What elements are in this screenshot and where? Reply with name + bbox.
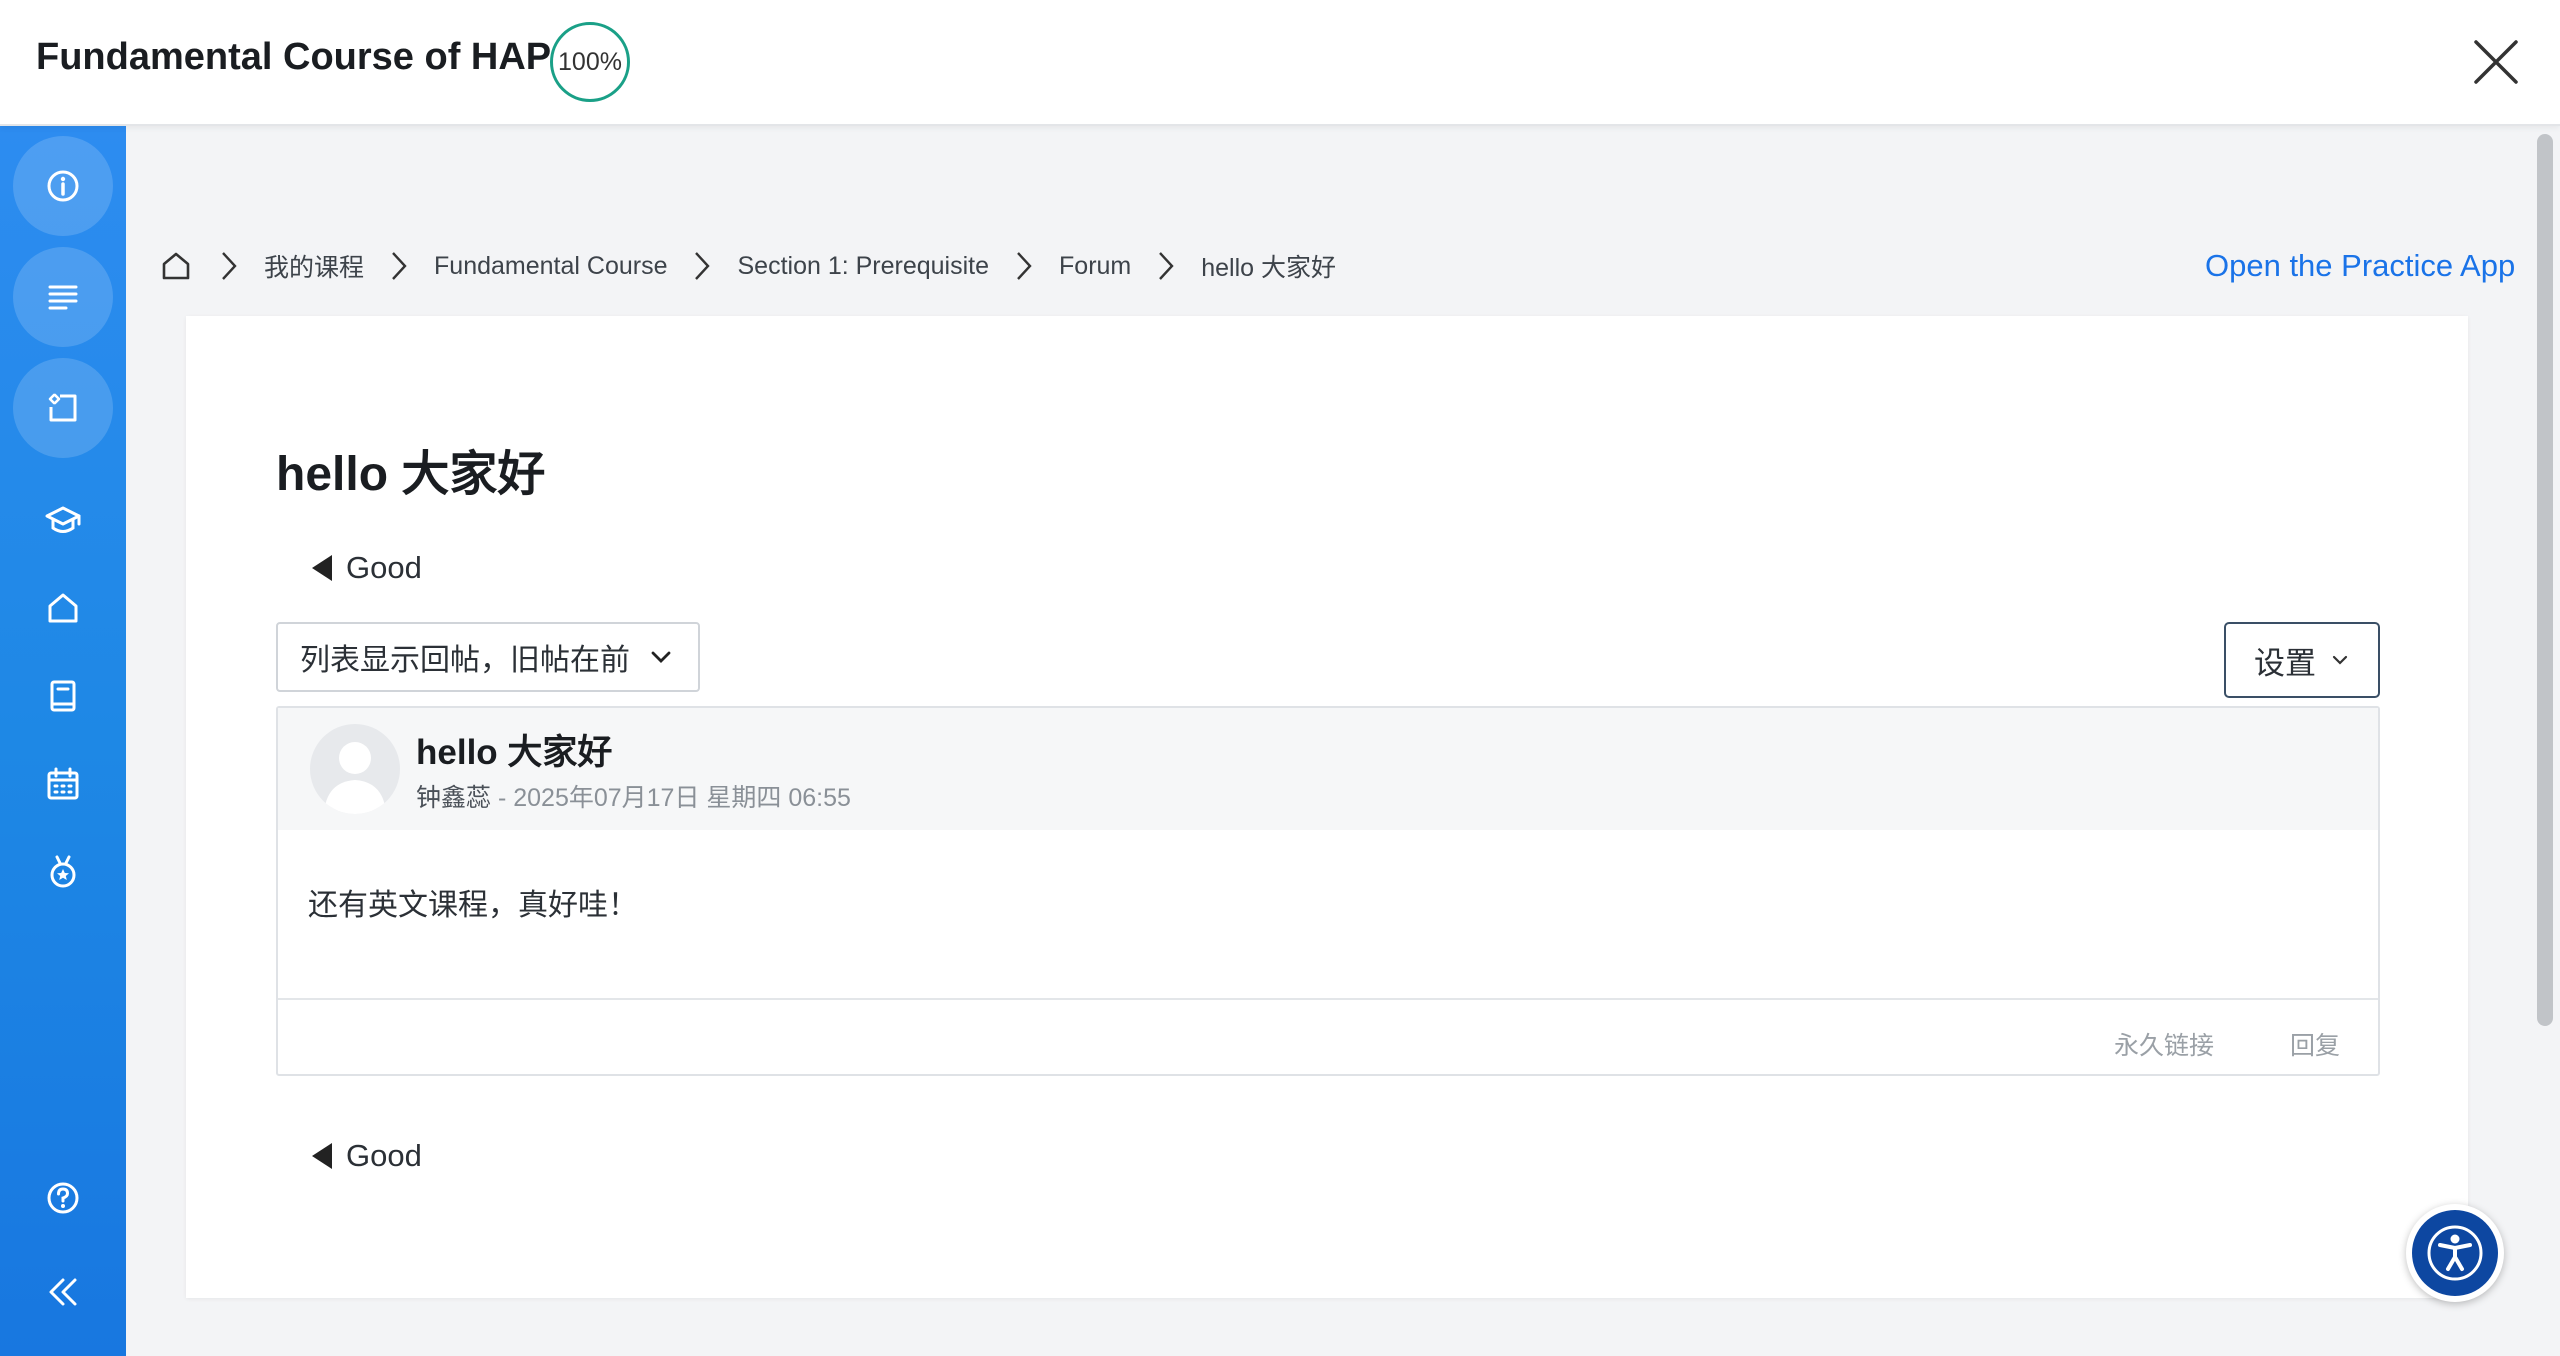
permalink-link[interactable]: 永久链接 — [2114, 1026, 2214, 1062]
accessibility-icon — [2412, 1210, 2498, 1296]
next-discussion-link[interactable]: Good — [312, 1136, 422, 1176]
chevron-right-icon — [695, 252, 711, 280]
reply-link[interactable]: 回复 — [2290, 1026, 2340, 1062]
outline-icon[interactable] — [13, 247, 113, 347]
display-mode-select[interactable]: 列表显示回帖，旧帖在前 — [276, 622, 700, 692]
chevron-down-icon — [2332, 655, 2348, 665]
chevron-right-icon — [222, 252, 237, 280]
chevron-down-icon — [651, 651, 671, 663]
courses-icon[interactable] — [13, 470, 113, 570]
course-title: Fundamental Course of HAP — [36, 36, 552, 78]
sidebar — [0, 126, 126, 1356]
breadcrumb-item-my-courses[interactable]: 我的课程 — [264, 248, 364, 284]
divider — [278, 998, 2378, 1000]
breadcrumb-item-current: hello 大家好 — [1201, 254, 1337, 282]
discussion-title: hello 大家好 — [276, 448, 546, 501]
chevron-right-icon — [1159, 252, 1174, 280]
calendar-icon[interactable] — [13, 734, 113, 834]
info-icon[interactable] — [13, 136, 113, 236]
triangle-left-icon — [312, 555, 332, 581]
top-bar: Fundamental Course of HAP 100% — [0, 0, 2560, 126]
next-discussion-label: Good — [346, 1138, 422, 1173]
avatar[interactable] — [310, 724, 400, 814]
activity-icon[interactable] — [13, 358, 113, 458]
badge-icon[interactable] — [13, 822, 113, 922]
post-body: 还有英文课程，真好哇！ — [308, 889, 638, 922]
home-icon[interactable] — [13, 558, 113, 658]
accessibility-button[interactable] — [2406, 1204, 2504, 1302]
scrollbar-thumb[interactable] — [2537, 134, 2553, 1026]
post-author[interactable]: 钟鑫蕊 — [416, 784, 491, 812]
discussion-card: hello 大家好 Good 列表显示回帖，旧帖在前 设置 hello 大家好 … — [186, 316, 2468, 1298]
book-icon[interactable] — [13, 646, 113, 746]
post-date: - 2025年07月17日 星期四 06:55 — [491, 784, 851, 812]
breadcrumb: 我的课程 Fundamental Course Section 1: Prere… — [158, 246, 1336, 286]
prev-discussion-label: Good — [346, 550, 422, 585]
forum-post: hello 大家好 钟鑫蕊 - 2025年07月17日 星期四 06:55 还有… — [276, 706, 2380, 1076]
settings-button[interactable]: 设置 — [2224, 622, 2380, 698]
triangle-left-icon — [312, 1143, 332, 1169]
display-mode-value: 列表显示回帖，旧帖在前 — [300, 644, 630, 677]
help-icon[interactable] — [13, 1148, 113, 1248]
post-meta: 钟鑫蕊 - 2025年07月17日 星期四 06:55 — [416, 778, 851, 814]
breadcrumb-item-course[interactable]: Fundamental Course — [434, 252, 667, 281]
post-actions: 永久链接 回复 — [2038, 1026, 2340, 1062]
post-header: hello 大家好 钟鑫蕊 - 2025年07月17日 星期四 06:55 — [278, 708, 2378, 830]
progress-indicator: 100% — [550, 22, 630, 102]
open-practice-app-link[interactable]: Open the Practice App — [2205, 248, 2515, 284]
home-icon[interactable] — [158, 248, 194, 284]
prev-discussion-link[interactable]: Good — [312, 548, 422, 588]
breadcrumb-item-forum[interactable]: Forum — [1059, 252, 1131, 281]
breadcrumb-item-section[interactable]: Section 1: Prerequisite — [737, 252, 989, 281]
close-icon[interactable] — [2470, 36, 2522, 88]
settings-label: 设置 — [2254, 645, 2316, 681]
chevron-right-icon — [392, 252, 407, 280]
post-subject: hello 大家好 — [416, 733, 613, 772]
collapse-icon[interactable] — [13, 1242, 113, 1342]
chevron-right-icon — [1017, 252, 1032, 280]
